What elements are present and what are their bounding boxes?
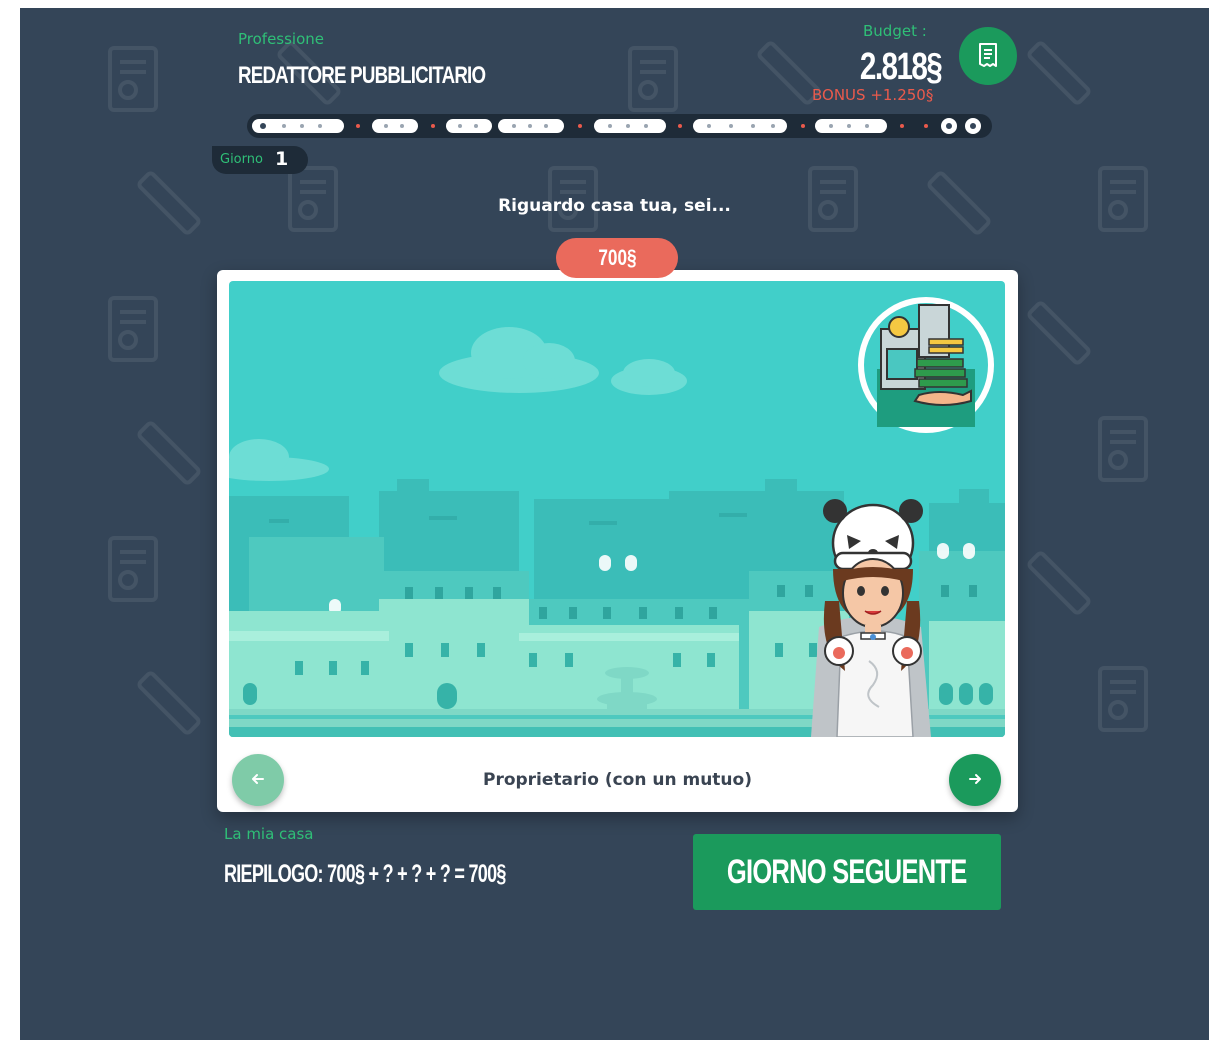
budget-label: Budget :: [863, 22, 927, 40]
option-label: Proprietario (con un mutuo): [482, 770, 752, 790]
next-day-button[interactable]: GIORNO SEGUENTE: [693, 834, 1001, 910]
progress-segment: [372, 119, 418, 133]
day-label: Giorno: [220, 152, 263, 167]
progress-milestone: [965, 118, 981, 134]
progress-segment: [594, 119, 666, 133]
bonus-amount: BONUS +1.250§: [812, 86, 934, 104]
question-text: Riguardo casa tua, sei...: [498, 196, 731, 216]
day-number: 1: [275, 148, 289, 170]
budget-value: 2.818§: [859, 46, 943, 88]
cost-summary: RIEPILOGO: 700§ + ? + ? + ? = 700§: [224, 860, 506, 888]
profession-name: REDATTORE PUBBLICITARIO: [238, 62, 486, 89]
option-illustration: [229, 281, 1005, 737]
progress-milestone: [941, 118, 957, 134]
progress-segment: [498, 119, 564, 133]
home-label: La mia casa: [224, 825, 314, 843]
receipt-icon: [973, 40, 1003, 73]
progress-segment: [815, 119, 887, 133]
budget-details-button[interactable]: [959, 27, 1017, 85]
next-day-label: GIORNO SEGUENTE: [727, 852, 967, 891]
current-day-tag: Giorno 1: [212, 146, 308, 174]
profession-label: Professione: [238, 30, 325, 48]
next-option-button[interactable]: [949, 754, 1001, 806]
progress-segment: [693, 119, 787, 133]
game-stage: Professione REDATTORE PUBBLICITARIO Budg…: [20, 8, 1209, 1040]
price-value: 700§: [597, 245, 637, 270]
arrow-right-icon: [966, 770, 984, 791]
day-progress-track: [247, 114, 992, 138]
price-badge: 700§: [556, 238, 678, 278]
option-card: Proprietario (con un mutuo): [217, 270, 1018, 812]
progress-segment: [446, 119, 492, 133]
progress-segment: [252, 119, 344, 133]
